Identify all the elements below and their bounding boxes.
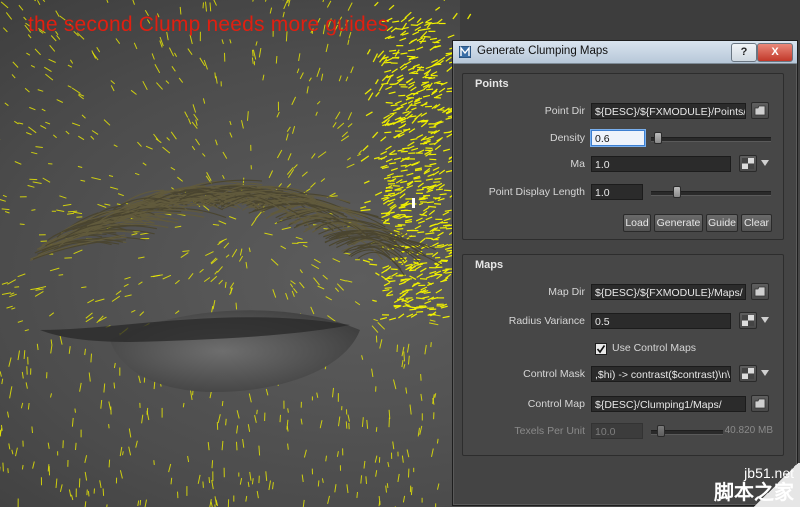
dialog-titlebar[interactable]: Generate Clumping Maps ? X [453, 41, 797, 64]
density-slider-thumb[interactable] [654, 132, 663, 144]
point-display-length-slider-thumb[interactable] [673, 186, 682, 198]
point-display-length-field[interactable]: 1.0 [591, 184, 643, 200]
annotation-text: the second Clump needs more guides [28, 13, 389, 36]
use-control-maps-label: Use Control Maps [612, 342, 697, 354]
control-mask-dropdown-arrow-icon[interactable] [761, 370, 769, 376]
mask-field[interactable]: 1.0 [591, 156, 731, 172]
maya-app-icon [459, 46, 471, 58]
mask-map-button[interactable] [739, 155, 757, 172]
density-row: Density 0.6 [463, 130, 783, 148]
generate-clumping-maps-dialog: Generate Clumping Maps ? X Points Point … [452, 40, 798, 506]
texture-memory-readout: 40.820 MB [724, 425, 773, 436]
texels-per-unit-label: Texels Per Unit [514, 425, 585, 437]
texels-per-unit-slider-thumb[interactable] [657, 425, 666, 437]
background-panel [460, 0, 800, 40]
point-display-length-slider-track[interactable] [651, 191, 771, 196]
texels-per-unit-row: Texels Per Unit 10.0 40.820 MB [463, 423, 783, 441]
mask-row: Ma 1.0 [463, 155, 783, 174]
radius-variance-field[interactable]: 0.5 [591, 313, 731, 329]
mask-label: Ma [570, 158, 585, 170]
watermark-chinese: 脚本之家 [714, 480, 794, 504]
density-label: Density [549, 132, 585, 144]
use-control-maps-row: Use Control Maps [463, 340, 783, 358]
folder-icon [754, 105, 766, 116]
maps-group-title: Maps [475, 259, 504, 271]
folder-icon [754, 398, 766, 409]
watermark: jb51.net 脚本之家 [714, 465, 794, 503]
radius-variance-dropdown-arrow-icon[interactable] [761, 317, 769, 323]
points-group: Points Point Dir ${DESC}/${FXMODULE}/Poi… [462, 73, 784, 240]
load-button[interactable]: Load [623, 214, 651, 232]
density-slider-track[interactable] [651, 137, 771, 142]
checker-map-icon [742, 368, 754, 379]
guide-button[interactable]: Guide [706, 214, 738, 232]
watermark-site: jb51.net [744, 465, 794, 481]
point-dir-label: Point Dir [544, 105, 585, 117]
dialog-title: Generate Clumping Maps [477, 45, 609, 57]
help-button[interactable]: ? [731, 43, 757, 62]
point-dir-row: Point Dir ${DESC}/${FXMODULE}/Points/ [463, 102, 783, 121]
control-mask-field[interactable]: ,$hi) -> contrast($contrast)\n\n [591, 366, 731, 382]
radius-variance-label: Radius Variance [508, 315, 585, 327]
checker-map-icon [742, 158, 754, 169]
point-dir-field[interactable]: ${DESC}/${FXMODULE}/Points/ [591, 103, 746, 119]
control-mask-map-button[interactable] [739, 365, 757, 382]
radius-variance-row: Radius Variance 0.5 [463, 312, 783, 331]
cursor-marker [412, 198, 415, 208]
control-mask-label: Control Mask [523, 368, 585, 380]
points-group-title: Points [475, 78, 509, 90]
clear-button[interactable]: Clear [741, 214, 772, 232]
mask-dropdown-arrow-icon[interactable] [761, 160, 769, 166]
point-display-length-row: Point Display Length 1.0 [463, 184, 783, 202]
map-dir-label: Map Dir [548, 286, 585, 298]
control-mask-row: Control Mask ,$hi) -> contrast($contrast… [463, 365, 783, 384]
checkmark-icon [596, 345, 606, 354]
point-display-length-label: Point Display Length [488, 186, 585, 198]
control-map-field[interactable]: ${DESC}/Clumping1/Maps/ [591, 396, 746, 412]
generate-button[interactable]: Generate [654, 214, 703, 232]
maps-group: Maps Map Dir ${DESC}/${FXMODULE}/Maps/ R… [462, 254, 784, 456]
close-button[interactable]: X [757, 43, 793, 62]
checker-map-icon [742, 315, 754, 326]
control-map-browse-button[interactable] [751, 395, 769, 412]
map-dir-row: Map Dir ${DESC}/${FXMODULE}/Maps/ [463, 283, 783, 302]
map-dir-field[interactable]: ${DESC}/${FXMODULE}/Maps/ [591, 284, 746, 300]
control-map-row: Control Map ${DESC}/Clumping1/Maps/ [463, 395, 783, 414]
folder-icon [754, 286, 766, 297]
point-dir-browse-button[interactable] [751, 102, 769, 119]
control-map-label: Control Map [527, 398, 585, 410]
density-field[interactable]: 0.6 [591, 130, 645, 146]
use-control-maps-checkbox[interactable] [595, 343, 607, 355]
points-action-row: Load Generate Guide Clear [463, 214, 783, 232]
radius-variance-map-button[interactable] [739, 312, 757, 329]
map-dir-browse-button[interactable] [751, 283, 769, 300]
texels-per-unit-field[interactable]: 10.0 [591, 423, 643, 439]
